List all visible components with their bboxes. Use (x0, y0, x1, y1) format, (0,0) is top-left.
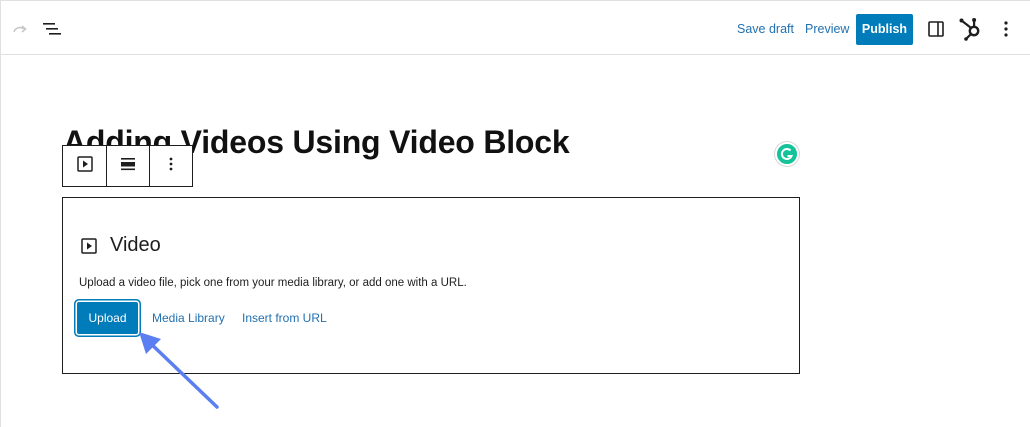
redo-icon[interactable] (11, 20, 29, 38)
save-draft-button[interactable]: Save draft (737, 22, 794, 36)
publish-button[interactable]: Publish (856, 14, 913, 45)
video-block-header: Video (80, 234, 161, 257)
media-library-button[interactable]: Media Library (152, 311, 225, 325)
more-vertical-icon (166, 156, 176, 177)
video-block-placeholder: Video Upload a video file, pick one from… (62, 197, 800, 374)
insert-from-url-button[interactable]: Insert from URL (242, 311, 327, 325)
video-block-title: Video (110, 234, 161, 256)
align-button[interactable] (106, 146, 149, 186)
align-icon (120, 156, 136, 177)
block-options-button[interactable] (149, 146, 192, 186)
video-block-icon (76, 155, 94, 178)
grammarly-icon[interactable] (775, 142, 799, 166)
editor-top-toolbar: Save draft Preview Publish (1, 0, 1030, 55)
upload-button[interactable]: Upload (77, 302, 138, 334)
editor-frame: Save draft Preview Publish Adding Videos… (0, 0, 1030, 427)
block-toolbar (62, 145, 193, 187)
video-icon (80, 237, 98, 255)
video-block-instructions: Upload a video file, pick one from your … (79, 277, 467, 289)
block-type-button[interactable] (63, 146, 106, 186)
settings-sidebar-icon[interactable] (926, 19, 946, 39)
more-options-icon[interactable] (997, 19, 1015, 39)
preview-button[interactable]: Preview (805, 22, 849, 36)
hubspot-icon[interactable] (958, 16, 984, 42)
document-outline-icon[interactable] (42, 20, 62, 38)
